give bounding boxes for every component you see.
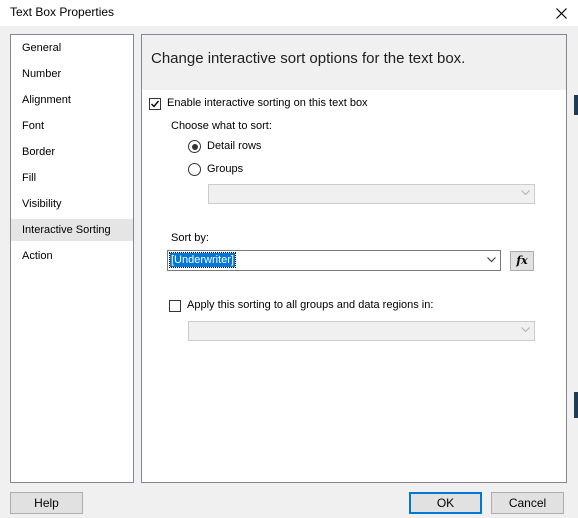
- chevron-down-icon: [487, 257, 496, 263]
- settings-panel: Change interactive sort options for the …: [141, 34, 567, 483]
- enable-sorting-checkbox[interactable]: [149, 98, 161, 110]
- cancel-button[interactable]: Cancel: [491, 492, 564, 514]
- sort-by-value[interactable]: [Underwriter]: [169, 252, 236, 268]
- nav-item-interactive-sorting[interactable]: Interactive Sorting: [11, 219, 133, 241]
- ok-button-label: OK: [436, 496, 455, 510]
- nav-item-number[interactable]: Number: [11, 63, 133, 85]
- nav-item-label: Visibility: [22, 198, 62, 210]
- nav-item-action[interactable]: Action: [11, 245, 133, 267]
- nav-item-label: Number: [22, 68, 62, 80]
- close-button[interactable]: [544, 0, 578, 26]
- panel-header: Change interactive sort options for the …: [142, 35, 566, 90]
- sort-by-label: Sort by:: [171, 232, 209, 244]
- checkmark-icon: [151, 100, 160, 108]
- detail-rows-label[interactable]: Detail rows: [207, 140, 261, 152]
- groups-radio[interactable]: [188, 163, 201, 176]
- nav-item-label: Font: [22, 120, 45, 132]
- nav-item-label: Border: [22, 146, 56, 158]
- nav-item-label: Interactive Sorting: [22, 224, 111, 236]
- radio-selected-dot: [191, 143, 198, 150]
- nav-item-label: Alignment: [22, 94, 71, 106]
- panel-title: Change interactive sort options for the …: [151, 50, 466, 67]
- cancel-button-label: Cancel: [508, 496, 547, 510]
- nav-item-label: Action: [22, 250, 53, 262]
- apply-sorting-checkbox[interactable]: [169, 300, 181, 312]
- enable-sorting-label[interactable]: Enable interactive sorting on this text …: [167, 97, 368, 109]
- properties-nav: General Number Alignment Font Border Fil…: [10, 34, 134, 483]
- choose-what-to-sort-label: Choose what to sort:: [171, 120, 272, 132]
- groups-label[interactable]: Groups: [207, 163, 243, 175]
- apply-sorting-label[interactable]: Apply this sorting to all groups and dat…: [187, 299, 433, 311]
- help-button[interactable]: Help: [10, 492, 83, 514]
- chevron-down-icon: [521, 327, 530, 333]
- nav-item-label: Fill: [22, 172, 37, 184]
- nav-item-alignment[interactable]: Alignment: [11, 89, 133, 111]
- nav-item-general[interactable]: General: [11, 37, 133, 59]
- background-window-edge: [574, 392, 578, 418]
- help-button-label: Help: [34, 496, 59, 510]
- nav-item-fill[interactable]: Fill: [11, 167, 133, 189]
- chevron-down-icon: [521, 190, 530, 196]
- background-window-edge: [574, 95, 578, 115]
- title-bar: Text Box Properties: [0, 0, 578, 26]
- fx-icon: fx: [516, 254, 528, 267]
- sort-by-combo[interactable]: [Underwriter]: [167, 250, 501, 271]
- detail-rows-radio[interactable]: [188, 140, 201, 153]
- nav-item-font[interactable]: Font: [11, 115, 133, 137]
- nav-item-visibility[interactable]: Visibility: [11, 193, 133, 215]
- apply-scope-combo[interactable]: [188, 321, 535, 341]
- ok-button[interactable]: OK: [409, 492, 482, 514]
- expression-button[interactable]: fx: [510, 251, 534, 271]
- groups-combo[interactable]: [208, 184, 535, 204]
- dialog-title: Text Box Properties: [10, 5, 115, 19]
- nav-item-border[interactable]: Border: [11, 141, 133, 163]
- text-box-properties-dialog: Text Box Properties General Number Align…: [0, 0, 578, 518]
- nav-item-label: General: [22, 42, 62, 54]
- close-icon: [555, 7, 567, 19]
